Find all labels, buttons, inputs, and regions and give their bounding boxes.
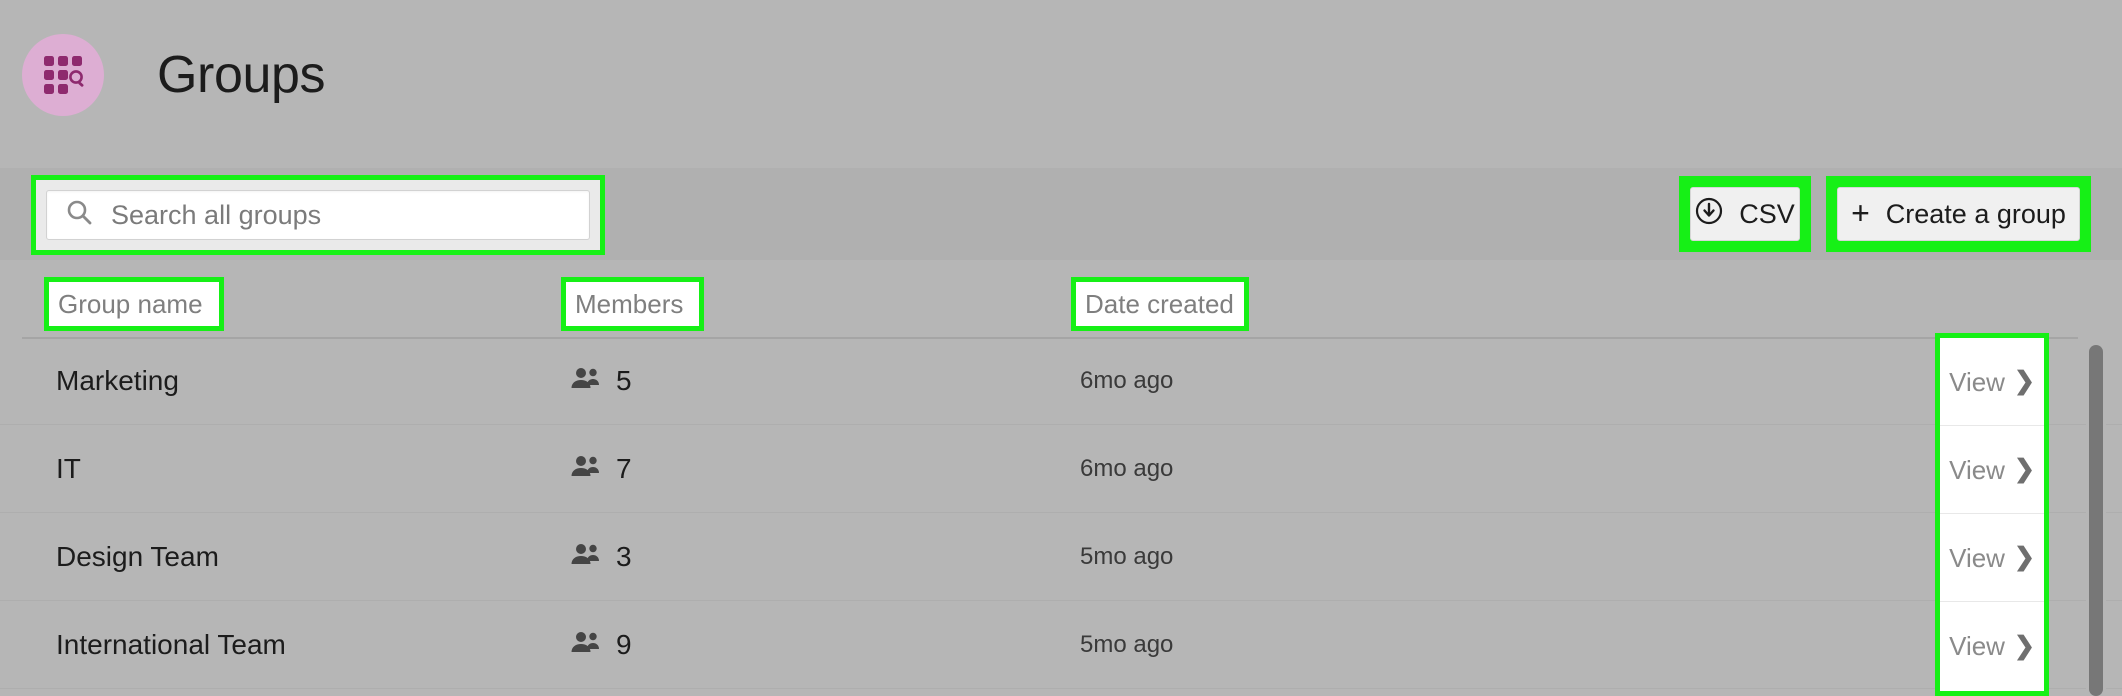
view-link[interactable]: View ❯	[1940, 338, 2044, 426]
view-column-highlight: View ❯ View ❯ View ❯ View ❯	[1935, 333, 2049, 696]
column-header-date-created-label: Date created	[1085, 289, 1234, 319]
date-created-cell: 6mo ago	[1080, 366, 1174, 394]
download-circle-icon	[1695, 197, 1723, 232]
table-row[interactable]: IT 7 6mo ago	[0, 425, 2122, 513]
table-row[interactable]: International Team 9 5mo ago	[0, 601, 2122, 689]
group-name-cell: Marketing	[56, 364, 179, 396]
date-created-cell: 5mo ago	[1080, 542, 1174, 570]
plus-icon: +	[1851, 195, 1870, 232]
column-header-group-name[interactable]: Group name	[44, 277, 224, 331]
column-header-group-name-label: Group name	[58, 289, 203, 319]
csv-button-highlight: CSV	[1679, 176, 1811, 252]
create-group-button-highlight: + Create a group	[1826, 176, 2091, 252]
people-icon	[570, 630, 600, 659]
members-count: 5	[616, 364, 632, 396]
view-link-label: View	[1949, 631, 2005, 661]
view-link-label: View	[1949, 454, 2005, 485]
date-created-cell: 6mo ago	[1080, 454, 1174, 482]
people-icon	[570, 542, 600, 571]
members-count: 9	[616, 628, 632, 660]
search-input-highlight: Search all groups	[31, 175, 605, 255]
csv-button-label: CSV	[1739, 198, 1795, 229]
chevron-right-icon: ❯	[2013, 631, 2035, 660]
view-link-label: View	[1949, 542, 2005, 573]
date-created-cell: 5mo ago	[1080, 630, 1174, 658]
members-cell: 9	[570, 630, 632, 659]
search-input[interactable]: Search all groups	[46, 190, 590, 240]
column-header-date-created[interactable]: Date created	[1071, 277, 1249, 331]
members-count: 3	[616, 540, 632, 572]
group-name-cell: International Team	[56, 628, 286, 660]
members-cell: 3	[570, 542, 632, 571]
scrollbar-thumb[interactable]	[2089, 345, 2103, 696]
group-name-cell: IT	[56, 452, 81, 484]
people-icon	[570, 454, 600, 483]
people-icon	[570, 366, 600, 395]
create-group-button-label: Create a group	[1885, 198, 2066, 229]
create-group-button[interactable]: + Create a group	[1837, 187, 2080, 241]
page-title: Groups	[157, 46, 326, 104]
members-count: 7	[616, 452, 632, 484]
table-row[interactable]: Design Team 3 5mo ago	[0, 513, 2122, 601]
view-link[interactable]: View ❯	[1940, 426, 2044, 514]
view-link-label: View	[1949, 366, 2005, 397]
members-cell: 7	[570, 454, 632, 483]
chevron-right-icon: ❯	[2013, 367, 2035, 395]
group-name-cell: Design Team	[56, 540, 219, 572]
search-input-placeholder: Search all groups	[111, 199, 322, 230]
view-link[interactable]: View ❯	[1940, 514, 2044, 602]
groups-grid-search-icon	[22, 34, 104, 116]
csv-button[interactable]: CSV	[1690, 187, 1800, 241]
chevron-right-icon: ❯	[2013, 543, 2035, 571]
members-cell: 5	[570, 366, 632, 395]
chevron-right-icon: ❯	[2013, 455, 2035, 483]
page-header: Groups	[0, 0, 2122, 150]
groups-table: Marketing 5 6mo ago IT 7 6mo ago Design …	[0, 337, 2122, 689]
table-row[interactable]: Marketing 5 6mo ago	[0, 337, 2122, 425]
column-header-members[interactable]: Members	[561, 277, 704, 331]
column-header-members-label: Members	[575, 289, 684, 319]
search-icon	[66, 199, 93, 231]
view-link[interactable]: View ❯	[1940, 602, 2044, 690]
